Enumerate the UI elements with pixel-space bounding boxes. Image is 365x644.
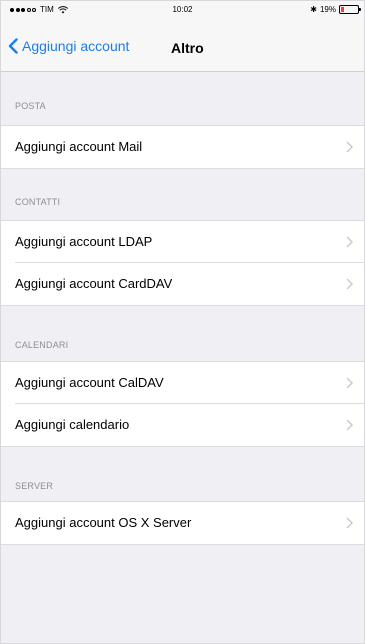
add-mail-account-row[interactable]: Aggiungi account Mail: [0, 126, 365, 168]
chevron-right-icon: [346, 517, 353, 529]
add-ldap-account-row[interactable]: Aggiungi account LDAP: [0, 221, 365, 263]
cell-label: Aggiungi account CalDAV: [15, 375, 164, 390]
status-right: ✱ 19%: [310, 5, 361, 14]
screen-frame: [0, 0, 365, 644]
add-calendar-row[interactable]: Aggiungi calendario: [0, 404, 365, 446]
cell-label: Aggiungi account Mail: [15, 139, 143, 154]
page-title: Altro: [171, 40, 204, 56]
chevron-right-icon: [346, 141, 353, 153]
battery-level-fill: [341, 7, 345, 12]
add-caldav-account-row[interactable]: Aggiungi account CalDAV: [0, 362, 365, 404]
cell-label: Aggiungi account LDAP: [15, 234, 153, 249]
section-header-contatti: CONTATTI: [15, 197, 61, 207]
status-bar: TIM 10:02 ✱ 19%: [0, 0, 365, 24]
group-divider: [0, 446, 365, 447]
add-carddav-account-row[interactable]: Aggiungi account CardDAV: [0, 263, 365, 305]
battery-percent: 19%: [319, 5, 336, 14]
group-divider: [0, 168, 365, 169]
chevron-right-icon: [346, 236, 353, 248]
cell-label: Aggiungi account CardDAV: [15, 276, 173, 291]
section-header-server: SERVER: [15, 481, 54, 491]
back-button-label: Aggiungi account: [22, 38, 130, 54]
back-button[interactable]: Aggiungi account: [8, 38, 129, 54]
chevron-right-icon: [346, 419, 353, 431]
section-header-posta: POSTA: [15, 101, 46, 111]
chevron-right-icon: [346, 278, 353, 290]
chevron-left-icon: [8, 38, 18, 54]
add-osx-server-account-row[interactable]: Aggiungi account OS X Server: [0, 502, 365, 544]
bluetooth-icon: ✱: [310, 5, 317, 14]
section-header-calendari: CALENDARI: [15, 340, 69, 350]
group-divider: [0, 544, 365, 545]
chevron-right-icon: [346, 377, 353, 389]
cell-label: Aggiungi account OS X Server: [15, 515, 192, 530]
group-divider: [0, 305, 365, 306]
battery-icon: [339, 5, 361, 14]
navigation-bar: Aggiungi account Altro: [0, 24, 365, 72]
cell-label: Aggiungi calendario: [15, 417, 130, 432]
